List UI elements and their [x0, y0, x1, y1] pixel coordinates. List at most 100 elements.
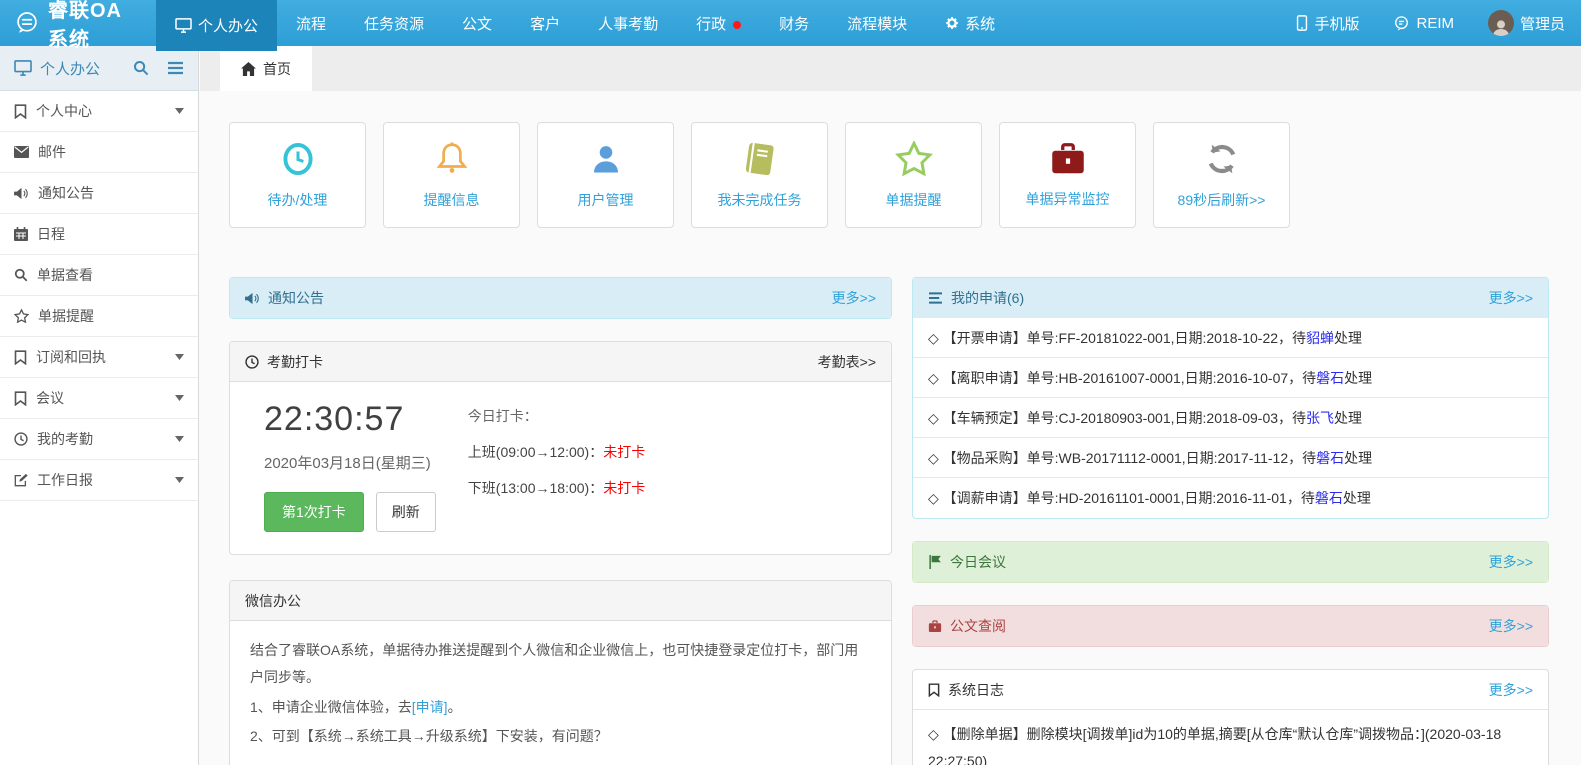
- application-row[interactable]: ◇ 【开票申请】单号:FF-20181022-001,日期:2018-10-22…: [913, 318, 1548, 358]
- chevron-down-icon: [175, 395, 184, 401]
- nav-item-personal-office[interactable]: 个人办公: [156, 0, 277, 51]
- card-label: 单据异常监控: [1026, 189, 1110, 209]
- clock-icon: [14, 432, 28, 446]
- handler-link[interactable]: 磐石: [1315, 488, 1343, 508]
- today-meeting-more-link[interactable]: 更多>>: [1489, 552, 1533, 572]
- attendance-body: 22:30:57 2020年03月18日(星期三) 第1次打卡 刷新 今日打卡：…: [230, 382, 891, 554]
- sidebar-item-label: 单据提醒: [38, 306, 94, 326]
- wechat-apply-line: 1、申请企业微信体验，去[申请]。: [250, 694, 871, 721]
- today-meeting-panel: 今日会议 更多>>: [912, 541, 1549, 583]
- today-punch-label: 今日打卡：: [468, 406, 645, 426]
- shift1-row: 上班(09:00→12:00)：未打卡: [468, 442, 645, 462]
- shift2-status: 未打卡: [603, 480, 645, 496]
- flag-icon: [928, 555, 942, 569]
- application-row[interactable]: ◇ 【物品采购】单号:WB-20171112-0001,日期:2017-11-1…: [913, 438, 1548, 478]
- card-user-management[interactable]: 用户管理: [537, 122, 674, 228]
- nav-label: 流程: [296, 13, 326, 34]
- chevron-down-icon: [175, 354, 184, 360]
- nav-item-system[interactable]: 系统: [926, 0, 1014, 46]
- card-reminders[interactable]: 提醒信息: [383, 122, 520, 228]
- application-text: ◇ 【车辆预定】单号:CJ-20180903-001,日期:2018-09-03…: [928, 408, 1306, 428]
- card-label: 用户管理: [578, 190, 634, 210]
- handler-link[interactable]: 貂蝉: [1306, 328, 1334, 348]
- syslog-panel: 系统日志 更多>> ◇ 【删除单据】删除模块[调拨单]id为10的单据,摘要[从…: [912, 669, 1549, 765]
- handler-link[interactable]: 张飞: [1306, 408, 1334, 428]
- search-icon[interactable]: [133, 60, 149, 76]
- my-applications-header: 我的申请(6) 更多>>: [913, 278, 1548, 318]
- notification-dot: [733, 21, 741, 29]
- application-row[interactable]: ◇ 【离职申请】单号:HB-20161007-0001,日期:2016-10-0…: [913, 358, 1548, 398]
- sidebar-item-my-attendance[interactable]: 我的考勤: [0, 419, 198, 460]
- my-applications-more-link[interactable]: 更多>>: [1489, 288, 1533, 308]
- calendar-icon: [14, 227, 28, 241]
- application-row[interactable]: ◇ 【车辆预定】单号:CJ-20180903-001,日期:2018-09-03…: [913, 398, 1548, 438]
- doc-review-more-link[interactable]: 更多>>: [1489, 616, 1533, 636]
- attendance-sheet-link[interactable]: 考勤表>>: [818, 352, 876, 372]
- sidebar-item-label: 邮件: [38, 142, 66, 162]
- syslog-more-link[interactable]: 更多>>: [1489, 680, 1533, 700]
- current-time: 22:30:57: [264, 400, 436, 439]
- bookmark-icon: [928, 683, 940, 697]
- menu-bars-icon[interactable]: [167, 61, 184, 75]
- card-todo[interactable]: 待办/处理: [229, 122, 366, 228]
- sidebar-item-doc-remind[interactable]: 单据提醒: [0, 296, 198, 337]
- refresh-button[interactable]: 刷新: [376, 492, 436, 532]
- chevron-down-icon: [175, 436, 184, 442]
- doc-review-panel: 公文查阅 更多>>: [912, 605, 1549, 647]
- card-doc-remind[interactable]: 单据提醒: [845, 122, 982, 228]
- nav-item-task-resource[interactable]: 任务资源: [345, 0, 443, 46]
- nav-label: 系统: [965, 13, 995, 34]
- search-icon: [14, 268, 28, 282]
- syslog-entry[interactable]: ◇ 【删除单据】删除模块[调拨单]id为10的单据,摘要[从仓库“默认仓库”调拨…: [913, 710, 1548, 765]
- sidebar-item-meeting[interactable]: 会议: [0, 378, 198, 419]
- wechat-body: 结合了睿联OA系统，单据待办推送提醒到个人微信和企业微信上，也可快捷登录定位打卡…: [230, 621, 891, 765]
- sidebar-item-notice[interactable]: 通知公告: [0, 173, 198, 214]
- edit-icon: [14, 473, 28, 487]
- nav-label: 流程模块: [847, 13, 907, 34]
- handler-link[interactable]: 磐石: [1316, 448, 1344, 468]
- nav-item-finance[interactable]: 财务: [760, 0, 828, 46]
- nav-item-administration[interactable]: 行政: [677, 0, 760, 46]
- monitor-icon: [14, 60, 32, 76]
- nav-item-process-module[interactable]: 流程模块: [828, 0, 926, 46]
- application-suffix: 处理: [1334, 408, 1362, 428]
- list-icon: [928, 292, 943, 304]
- punch-in-button[interactable]: 第1次打卡: [264, 492, 364, 532]
- reim-link[interactable]: REIM: [1393, 15, 1454, 32]
- sidebar-item-work-report[interactable]: 工作日报: [0, 460, 198, 501]
- handler-link[interactable]: 磐石: [1316, 368, 1344, 388]
- envelope-icon: [14, 146, 29, 158]
- application-row[interactable]: ◇ 【调薪申请】单号:HD-20161101-0001,日期:2016-11-0…: [913, 478, 1548, 518]
- nav-item-customer[interactable]: 客户: [511, 0, 579, 46]
- notice-more-link[interactable]: 更多>>: [832, 288, 876, 308]
- user-menu[interactable]: 管理员: [1488, 10, 1565, 36]
- card-doc-anomaly-monitor[interactable]: 单据异常监控: [999, 122, 1136, 228]
- nav-item-hr-attendance[interactable]: 人事考勤: [579, 0, 677, 46]
- sidebar-item-mail[interactable]: 邮件: [0, 132, 198, 173]
- application-suffix: 处理: [1344, 368, 1372, 388]
- shift1-status: 未打卡: [603, 444, 645, 460]
- wechat-panel-header: 微信办公: [230, 581, 891, 621]
- mobile-version-link[interactable]: 手机版: [1296, 13, 1359, 34]
- notice-panel: 通知公告 更多>>: [229, 277, 892, 319]
- sidebar-item-subscribe[interactable]: 订阅和回执: [0, 337, 198, 378]
- doc-review-title: 公文查阅: [950, 616, 1006, 636]
- monitor-icon: [175, 18, 192, 33]
- sidebar-item-doc-view[interactable]: 单据查看: [0, 255, 198, 296]
- tab-home[interactable]: 首页: [220, 46, 312, 91]
- card-unfinished-tasks[interactable]: 我未完成任务: [691, 122, 828, 228]
- application-suffix: 处理: [1334, 328, 1362, 348]
- nav-item-official-doc[interactable]: 公文: [443, 0, 511, 46]
- clock-icon: [245, 355, 259, 369]
- attendance-panel-header: 考勤打卡 考勤表>>: [230, 342, 891, 382]
- card-refresh-countdown[interactable]: 89秒后刷新>>: [1153, 122, 1290, 228]
- app-logo[interactable]: 睿联OA系统: [0, 0, 156, 46]
- wechat-apply-link[interactable]: [申请]: [412, 699, 448, 715]
- sidebar-item-schedule[interactable]: 日程: [0, 214, 198, 255]
- nav-item-process[interactable]: 流程: [277, 0, 345, 46]
- sidebar-item-personal-center[interactable]: 个人中心: [0, 91, 198, 132]
- nav-label: 公文: [462, 13, 492, 34]
- my-applications-title: 我的申请(6): [951, 288, 1024, 308]
- notice-panel-header: 通知公告 更多>>: [230, 278, 891, 318]
- avatar: [1488, 10, 1514, 36]
